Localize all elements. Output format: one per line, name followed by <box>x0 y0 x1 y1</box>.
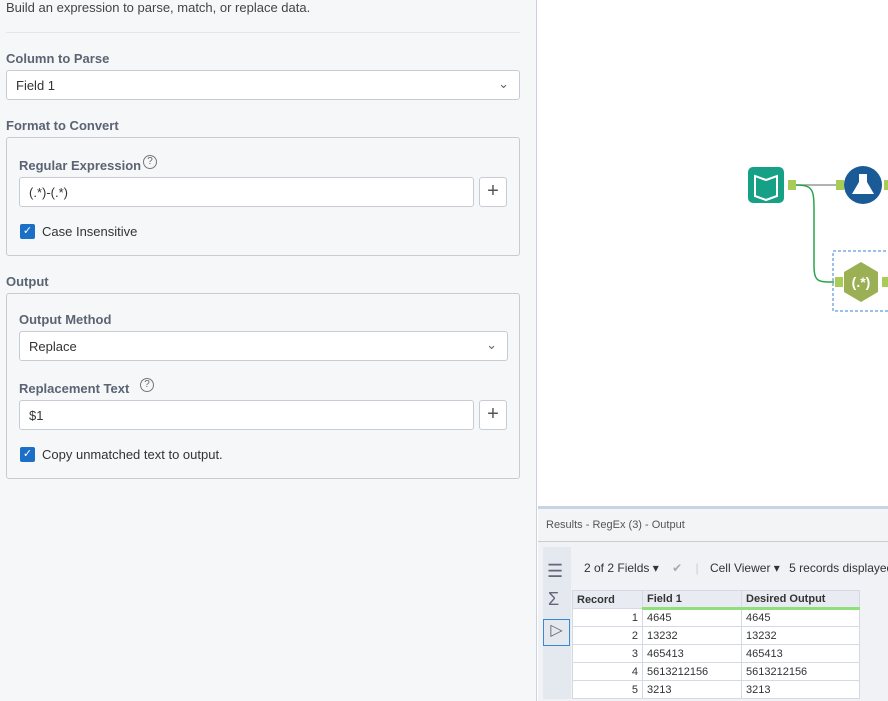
table-row: 1 4645 4645 <box>572 608 860 627</box>
tool-description: Build an expression to parse, match, or … <box>6 0 311 15</box>
output-label: Output <box>6 274 49 289</box>
format-label: Format to Convert <box>6 118 119 133</box>
records-count: 5 records displayed <box>789 561 888 575</box>
cell-viewer-dropdown[interactable]: Cell Viewer <box>710 561 770 575</box>
help-icon[interactable]: ? <box>140 378 154 392</box>
output-anchor <box>788 180 796 190</box>
column-to-parse-select[interactable]: Field 1 ⌄ <box>6 70 520 100</box>
table-cell[interactable]: 3213 <box>741 680 860 699</box>
connection-line <box>795 184 835 283</box>
regex-input[interactable]: (.*)-(.*) <box>19 177 474 207</box>
table-cell[interactable]: 3213 <box>642 680 742 699</box>
tag-icon[interactable]: ▷ <box>543 619 570 646</box>
results-table: Record Field 1 Desired Output 1 4645 4645 2… <box>572 590 860 699</box>
copy-unmatched-checkbox[interactable]: ✓ <box>20 447 35 462</box>
regex-label: Regular Expression <box>19 158 142 173</box>
input-anchor <box>836 180 844 190</box>
input-tool-icon <box>748 167 784 203</box>
column-to-parse-label: Column to Parse <box>6 51 110 66</box>
results-sidebar: ☰ Σ ▷ <box>543 547 571 699</box>
table-cell[interactable]: 13232 <box>642 626 742 645</box>
input-anchor <box>835 277 843 287</box>
output-method-label: Output Method <box>19 312 112 327</box>
check-icon[interactable]: ✔ <box>672 561 682 575</box>
sigma-icon[interactable]: Σ <box>548 589 559 610</box>
column-header[interactable]: Record <box>572 590 643 609</box>
table-cell[interactable]: 13232 <box>741 626 860 645</box>
copy-unmatched-label: Copy unmatched text to output. <box>42 447 223 462</box>
column-header[interactable]: Desired Output <box>741 590 860 610</box>
output-method-select[interactable]: Replace ⌄ <box>19 331 508 361</box>
table-cell[interactable]: 5613212156 <box>741 662 860 681</box>
select-value: Replace <box>29 339 77 354</box>
table-row: 2 13232 13232 <box>572 626 860 645</box>
add-replacement-button[interactable]: + <box>479 400 507 430</box>
table-header: Record Field 1 Desired Output <box>572 590 860 610</box>
regex-tool-label: (.*) <box>852 274 871 290</box>
table-cell[interactable]: 465413 <box>741 644 860 663</box>
table-cell[interactable]: 4 <box>572 662 643 681</box>
table-cell[interactable]: 2 <box>572 626 643 645</box>
table-row: 4 5613212156 5613212156 <box>572 662 860 681</box>
table-cell[interactable]: 1 <box>572 608 643 627</box>
results-title: Results - RegEx (3) - Output <box>538 509 888 542</box>
divider: | <box>695 561 699 575</box>
caret-down-icon[interactable]: ▾ <box>774 561 780 575</box>
case-insensitive-label: Case Insensitive <box>42 224 138 239</box>
config-panel: Build an expression to parse, match, or … <box>0 0 537 701</box>
results-panel: Results - RegEx (3) - Output ☰ Σ ▷ 2 of … <box>538 506 888 701</box>
column-header[interactable]: Field 1 <box>642 590 742 610</box>
add-expression-button[interactable]: + <box>479 177 507 207</box>
table-cell[interactable]: 5 <box>572 680 643 699</box>
workflow-connections: (.*) <box>748 166 888 312</box>
fields-dropdown[interactable]: 2 of 2 Fields <box>584 561 649 575</box>
replacement-label: Replacement Text <box>19 381 130 396</box>
table-cell[interactable]: 5613212156 <box>642 662 742 681</box>
list-view-icon[interactable]: ☰ <box>547 561 563 582</box>
select-value: Field 1 <box>16 78 56 93</box>
chevron-down-icon: ⌄ <box>498 76 509 91</box>
help-icon[interactable]: ? <box>143 155 157 169</box>
results-toolbar: 2 of 2 Fields ▾ ✔ | Cell Viewer ▾ 5 reco… <box>584 561 888 575</box>
divider <box>6 32 520 33</box>
table-row: 5 3213 3213 <box>572 680 860 699</box>
output-group: Output Method Replace ⌄ Replacement Text … <box>6 293 520 479</box>
table-cell[interactable]: 465413 <box>642 644 742 663</box>
workflow-canvas[interactable]: (.*) <box>538 0 888 506</box>
table-cell[interactable]: 4645 <box>741 608 860 627</box>
chevron-down-icon: ⌄ <box>486 337 497 352</box>
case-insensitive-checkbox[interactable]: ✓ <box>20 224 35 239</box>
format-group: Regular Expression ? (.*)-(.*) + ✓ Case … <box>6 137 520 256</box>
caret-down-icon[interactable]: ▾ <box>653 561 659 575</box>
replacement-input[interactable]: $1 <box>19 400 474 430</box>
table-row: 3 465413 465413 <box>572 644 860 663</box>
table-cell[interactable]: 4645 <box>642 608 742 627</box>
table-cell[interactable]: 3 <box>572 644 643 663</box>
